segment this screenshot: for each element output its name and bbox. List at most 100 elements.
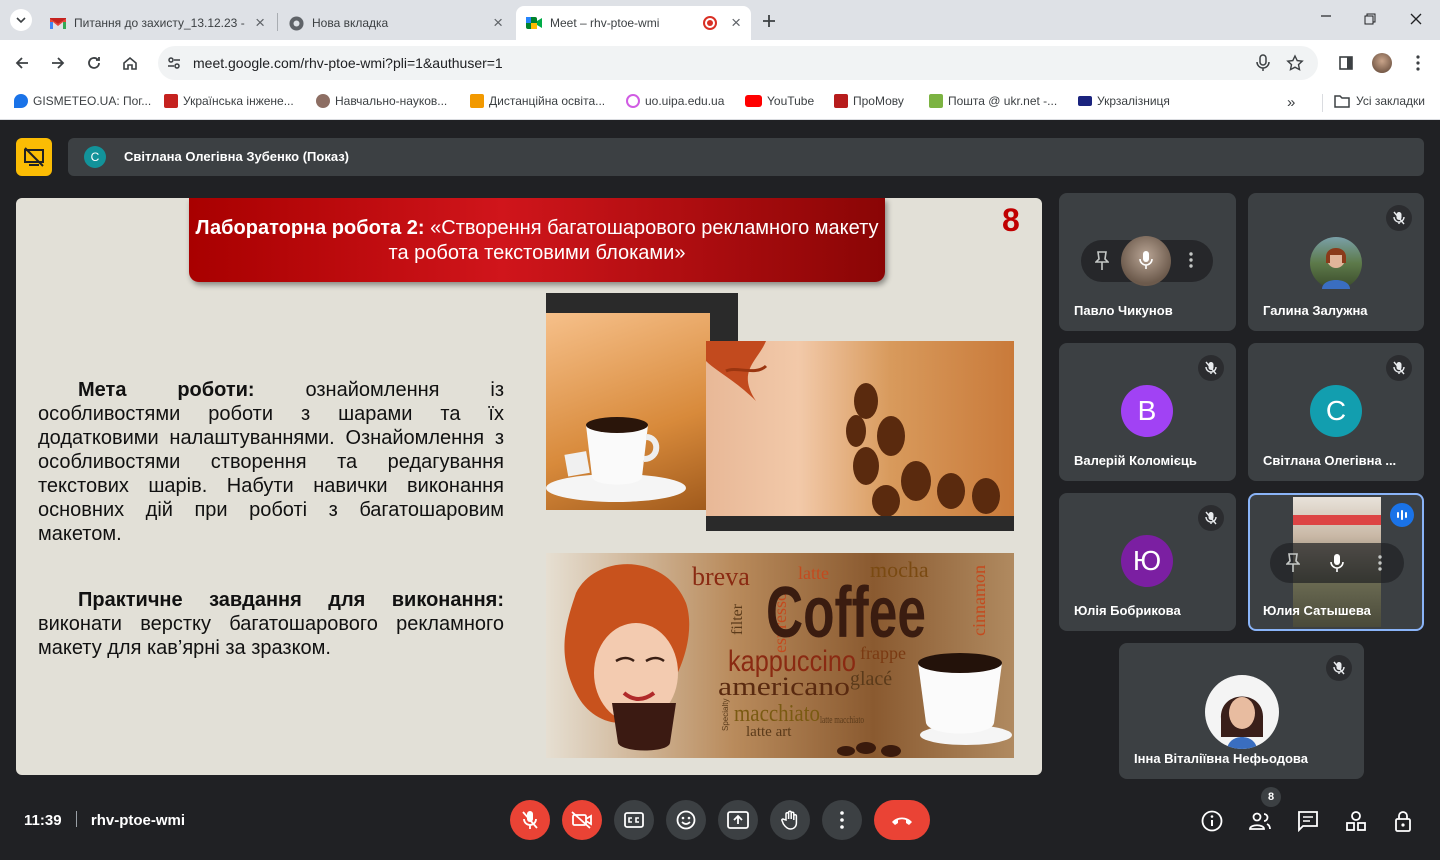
- reactions-button[interactable]: [666, 800, 706, 840]
- camera-off-icon: [571, 811, 592, 829]
- meeting-info: 11:39 rhv-ptoe-wmi: [24, 811, 185, 829]
- more-vert-icon: [840, 811, 844, 829]
- host-controls-button[interactable]: [1391, 808, 1417, 834]
- pin-icon[interactable]: [1095, 251, 1109, 271]
- present-screen-icon: [727, 811, 749, 829]
- participant-name: Павло Чикунов: [1074, 303, 1173, 318]
- participant-name: Світлана Олегівна ...: [1263, 453, 1397, 468]
- engineering-icon: [164, 94, 178, 108]
- bookmark-gismeteo[interactable]: GISMETEO.UA: Пог...: [14, 94, 151, 108]
- microphone-icon[interactable]: [1256, 54, 1270, 72]
- more-options-icon[interactable]: [1378, 555, 1382, 571]
- participant-tile[interactable]: Галина Залужна: [1248, 193, 1424, 331]
- restore-button[interactable]: [1364, 13, 1376, 25]
- tab-title: Нова вкладка: [312, 16, 389, 30]
- presenter-name: Світлана Олегівна Зубенко (Показ): [124, 149, 350, 164]
- present-now-button[interactable]: [718, 800, 758, 840]
- raise-hand-button[interactable]: [770, 800, 810, 840]
- tab-title: Meet – rhv-ptoe-wmi: [550, 16, 660, 30]
- bookmark-label: Укрзалізниця: [1097, 94, 1170, 108]
- close-tab-icon[interactable]: ×: [493, 13, 503, 33]
- tab-meet[interactable]: Meet – rhv-ptoe-wmi ×: [516, 6, 751, 40]
- participant-tile[interactable]: С Світлана Олегівна ...: [1248, 343, 1424, 481]
- leave-call-button[interactable]: [874, 800, 930, 840]
- chat-button[interactable]: [1295, 808, 1321, 834]
- bookmark-label: Українська інжене...: [183, 94, 294, 108]
- camera-toggle-button[interactable]: [562, 800, 602, 840]
- emoji-icon: [676, 810, 696, 830]
- bookmark-ukrzaliznytsia[interactable]: Укрзалізниця: [1078, 94, 1170, 108]
- youtube-icon: [745, 95, 762, 107]
- mic-off-icon: [1326, 655, 1352, 681]
- people-icon: [1249, 812, 1271, 830]
- meet-icon: [526, 15, 542, 31]
- gmail-icon: [50, 15, 66, 31]
- bookmark-distance-education[interactable]: Дистанційна освіта...: [470, 94, 605, 108]
- tab-gmail[interactable]: Питання до захисту_13.12.23 - ×: [40, 6, 275, 40]
- home-button[interactable]: [120, 53, 140, 73]
- university-icon: [316, 94, 330, 108]
- slide-title: Лабораторна робота 2: «Створення багатош…: [195, 217, 879, 264]
- close-tab-icon[interactable]: ×: [255, 13, 265, 33]
- activities-button[interactable]: [1343, 808, 1369, 834]
- bookmark-label: YouTube: [767, 94, 815, 108]
- url-text: meet.google.com/rhv-ptoe-wmi?pli=1&authu…: [193, 55, 503, 71]
- participant-tile-speaking[interactable]: Юлия Сатышева: [1248, 493, 1424, 631]
- tab-new-tab[interactable]: Нова вкладка ×: [278, 6, 513, 40]
- participant-tile[interactable]: Ю Юлія Бобрикова: [1059, 493, 1236, 631]
- more-options-button[interactable]: [822, 800, 862, 840]
- close-tab-icon[interactable]: ×: [731, 13, 741, 33]
- mute-participant-icon[interactable]: [1330, 553, 1344, 573]
- coffee-word: glacé: [850, 668, 892, 690]
- minimize-button[interactable]: [1320, 9, 1332, 21]
- mute-participant-icon[interactable]: [1139, 250, 1153, 270]
- presentation-indicator-button[interactable]: [16, 138, 52, 176]
- woman-beans-image: [706, 341, 1014, 531]
- moodle-icon: [470, 94, 484, 108]
- reload-button[interactable]: [84, 53, 104, 73]
- coffee-word: latte art: [746, 724, 792, 740]
- profile-avatar[interactable]: [1372, 53, 1392, 73]
- back-button[interactable]: [12, 53, 32, 73]
- more-options-icon[interactable]: [1189, 252, 1193, 268]
- meeting-time: 11:39: [24, 812, 62, 829]
- captions-button[interactable]: [614, 800, 654, 840]
- participant-tile[interactable]: Інна Віталіївна Нефьодова: [1119, 643, 1364, 779]
- browser-menu-icon[interactable]: [1408, 53, 1428, 73]
- people-button[interactable]: [1247, 808, 1273, 834]
- side-panel-icon[interactable]: [1336, 53, 1356, 73]
- pin-icon[interactable]: [1286, 553, 1300, 573]
- folder-icon: [1334, 94, 1350, 108]
- presentation-slide: Лабораторна робота 2: «Створення багатош…: [16, 198, 1042, 775]
- address-bar[interactable]: meet.google.com/rhv-ptoe-wmi?pli=1&authu…: [158, 46, 1318, 80]
- bookmark-promovu[interactable]: ПроМову: [834, 94, 904, 108]
- participant-avatar: С: [1310, 385, 1362, 437]
- microphone-toggle-button[interactable]: [510, 800, 550, 840]
- participant-tile[interactable]: В Валерій Коломієць: [1059, 343, 1236, 481]
- meeting-details-button[interactable]: [1199, 808, 1225, 834]
- bookmark-ukr-net[interactable]: Пошта @ ukr.net -...: [929, 94, 1057, 108]
- bookmark-ukr-engineering[interactable]: Українська інжене...: [164, 94, 294, 108]
- tab-search-icon[interactable]: [10, 9, 32, 31]
- more-bookmarks-button[interactable]: »: [1287, 94, 1295, 111]
- bookmark-star-icon[interactable]: [1286, 54, 1304, 72]
- coffee-word: filter: [729, 603, 746, 635]
- promovu-icon: [834, 94, 848, 108]
- bookmark-label: Пошта @ ukr.net -...: [948, 94, 1058, 108]
- new-tab-button[interactable]: [758, 10, 780, 32]
- coffee-word: breva: [692, 562, 750, 591]
- bookmark-label: Усі закладки: [1356, 94, 1426, 108]
- captions-icon: [624, 812, 644, 828]
- close-window-button[interactable]: [1410, 13, 1422, 25]
- forward-button[interactable]: [48, 53, 68, 73]
- bookmark-uo-uipa[interactable]: uo.uipa.edu.ua: [626, 94, 724, 108]
- bookmark-educational[interactable]: Навчально-науков...: [316, 94, 447, 108]
- participant-tile[interactable]: Павло Чикунов: [1059, 193, 1236, 331]
- slide-number: 8: [1002, 202, 1020, 238]
- site-info-icon[interactable]: [166, 55, 182, 71]
- activities-icon: [1346, 811, 1366, 831]
- presenter-bar: С Світлана Олегівна Зубенко (Показ): [68, 138, 1424, 176]
- bookmark-youtube[interactable]: YouTube: [745, 94, 814, 108]
- browser-toolbar: meet.google.com/rhv-ptoe-wmi?pli=1&authu…: [0, 40, 1440, 86]
- all-bookmarks-button[interactable]: Усі закладки: [1334, 94, 1425, 108]
